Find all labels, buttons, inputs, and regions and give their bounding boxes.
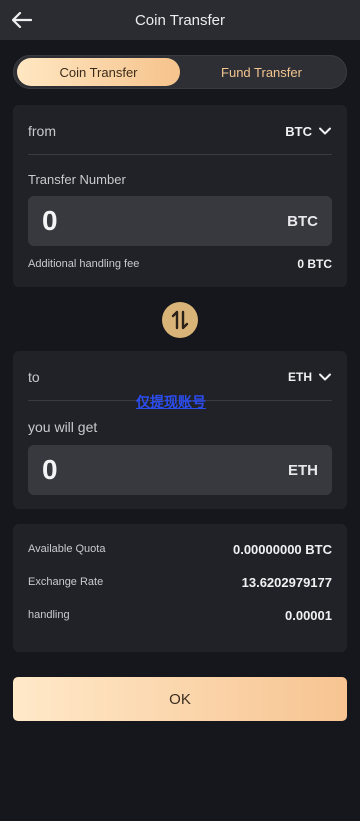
to-card: to ETH you will get 0 ETH <box>13 351 347 509</box>
back-button[interactable] <box>10 8 34 32</box>
top-bar: Coin Transfer <box>0 0 360 40</box>
arrow-left-icon <box>12 12 32 28</box>
handling-value: 0.00001 <box>285 607 332 623</box>
from-label: from <box>28 123 56 139</box>
from-currency-value: BTC <box>285 123 312 139</box>
overlay-link[interactable]: 仅提现账号 <box>136 392 206 412</box>
swap-button[interactable] <box>162 302 198 338</box>
receive-amount-value: 0 <box>42 454 58 485</box>
tab-fund-transfer[interactable]: Fund Transfer <box>180 58 343 86</box>
page-title: Coin Transfer <box>134 11 226 29</box>
transfer-tabs: Coin Transfer Fund Transfer <box>13 55 347 89</box>
from-card: from BTC Transfer Number 0 BTC Additiona… <box>13 105 347 287</box>
available-quota-value: 0.00000000 BTC <box>232 541 332 557</box>
info-card: Available Quota 0.00000000 BTC Exchange … <box>13 524 347 652</box>
ok-button[interactable]: OK <box>13 677 347 721</box>
chevron-down-icon <box>319 373 331 381</box>
you-will-get-label: you will get <box>28 419 98 435</box>
transfer-number-label: Transfer Number <box>28 171 126 187</box>
transfer-amount-unit: BTC <box>287 212 318 230</box>
exchange-rate-label: Exchange Rate <box>28 576 104 588</box>
to-label: to <box>28 369 40 385</box>
transfer-amount-value: 0 <box>42 205 58 236</box>
receive-amount-display: 0 ETH <box>28 445 332 495</box>
divider <box>28 154 332 155</box>
receive-amount-unit: ETH <box>288 461 318 479</box>
fee-value: 0 BTC <box>297 257 332 271</box>
from-currency-select[interactable]: BTC <box>285 124 332 139</box>
transfer-amount-input[interactable]: 0 BTC <box>28 196 332 246</box>
to-currency-value: ETH <box>288 370 312 384</box>
available-quota-label: Available Quota <box>28 543 106 555</box>
handling-label: handling <box>28 609 70 621</box>
chevron-down-icon <box>319 127 331 135</box>
to-currency-select[interactable]: ETH <box>288 370 332 384</box>
exchange-rate-value: 13.6202979177 <box>241 574 332 590</box>
swap-arrows-icon <box>171 310 189 330</box>
fee-label: Additional handling fee <box>28 258 140 270</box>
tab-coin-transfer[interactable]: Coin Transfer <box>17 58 180 86</box>
